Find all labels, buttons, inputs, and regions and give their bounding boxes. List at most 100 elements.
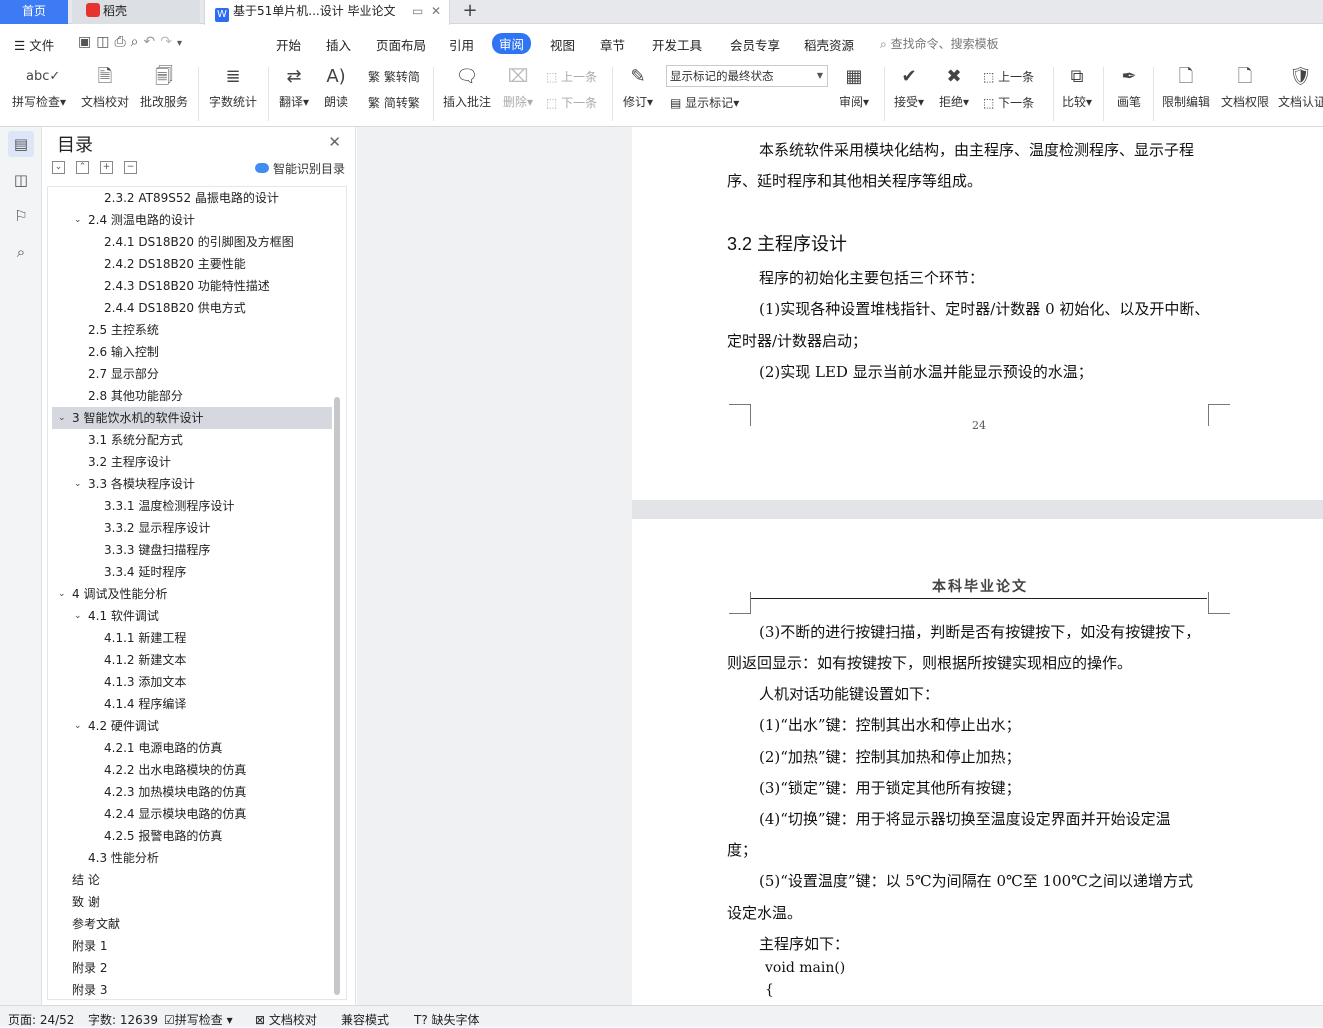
read-aloud-button[interactable]: A) 朗读 — [320, 63, 352, 110]
smart-toc-button[interactable]: 智能识别目录 — [254, 160, 345, 177]
add-heading-icon[interactable]: + — [100, 161, 113, 174]
doc-permission-button[interactable]: 🗋 文档权限 — [1219, 63, 1271, 110]
toc-item[interactable]: 3.2 主程序设计 — [52, 451, 332, 473]
toc-item[interactable]: 附录 3 — [52, 979, 332, 999]
insert-comment-button[interactable]: 🗨 插入批注 — [442, 63, 492, 110]
menu-daoke-resources[interactable]: 稻壳资源 — [804, 35, 854, 54]
toc-scrollbar[interactable] — [334, 397, 340, 995]
word-count-indicator[interactable]: 字数: 12639 — [88, 1011, 158, 1028]
expand-icon[interactable]: ⌃ — [76, 161, 89, 174]
toc-item[interactable]: 4.2.5 报警电路的仿真 — [52, 825, 332, 847]
export-pdf-icon[interactable]: ◫ — [96, 34, 114, 50]
translate-button[interactable]: ⇄ 翻译▾ — [276, 63, 312, 110]
reject-button[interactable]: ✖ 拒绝▾ — [936, 63, 972, 110]
toc-item[interactable]: 3.1 系统分配方式 — [52, 429, 332, 451]
spell-check-button[interactable]: abc✓ 拼写检查▾ — [10, 63, 68, 110]
remove-heading-icon[interactable]: − — [124, 161, 137, 174]
customize-icon[interactable]: ▾ — [177, 38, 187, 49]
status-proof[interactable]: ⊠ 文档校对 — [255, 1011, 317, 1028]
undo-icon[interactable]: ↶ — [144, 34, 161, 50]
toc-item[interactable]: ⌄ 3.3 各模块程序设计 — [52, 473, 332, 495]
trad-to-simp-button[interactable]: 繁 繁转简 — [368, 68, 420, 85]
new-tab-button[interactable]: + — [456, 0, 484, 24]
status-spell-check[interactable]: ☑拼写检查 ▾ — [164, 1011, 233, 1028]
tab-home[interactable]: 首页 — [0, 0, 68, 24]
review-pane-button[interactable]: ▦ 审阅▾ — [836, 63, 872, 110]
word-count-button[interactable]: ≣ 字数统计 — [208, 63, 258, 110]
tab-document[interactable]: W 基于51单片机...设计 毕业论文 ▭ ✕ — [204, 0, 450, 25]
menu-view[interactable]: 视图 — [550, 35, 575, 54]
print-icon[interactable]: ⎙ — [114, 34, 130, 50]
menu-section[interactable]: 章节 — [600, 35, 625, 54]
file-menu[interactable]: ☰ 文件 — [14, 35, 54, 54]
chevron-down-icon[interactable]: ⌄ — [74, 209, 82, 231]
chapter-nav-icon[interactable]: ◫ — [8, 167, 34, 193]
toc-item[interactable]: 4.2.3 加热模块电路的仿真 — [52, 781, 332, 803]
next-comment-button[interactable]: ⬚ 下一条 — [546, 94, 597, 111]
toc-item[interactable]: 4.2.4 显示模块电路的仿真 — [52, 803, 332, 825]
simp-to-trad-button[interactable]: 繁 简转繁 — [368, 94, 420, 111]
show-markup-button[interactable]: ▤ 显示标记▾ — [670, 94, 739, 111]
close-icon[interactable]: ✕ — [328, 133, 341, 151]
chevron-down-icon[interactable]: ⌄ — [58, 583, 66, 605]
close-tab-icon[interactable]: ✕ — [431, 4, 441, 18]
toc-item[interactable]: 2.4.2 DS18B20 主要性能 — [52, 253, 332, 275]
command-search[interactable]: ⌕ 查找命令、搜索模板 — [880, 35, 999, 52]
menu-page-layout[interactable]: 页面布局 — [376, 35, 426, 54]
menu-references[interactable]: 引用 — [449, 35, 474, 54]
toc-item[interactable]: 3.3.3 键盘扫描程序 — [52, 539, 332, 561]
menu-review[interactable]: 审阅 — [492, 33, 532, 54]
menu-start[interactable]: 开始 — [276, 35, 301, 54]
prev-change-button[interactable]: ⬚ 上一条 — [983, 68, 1034, 85]
toc-item[interactable]: 4.1.2 新建文本 — [52, 649, 332, 671]
toc-item[interactable]: 4.3 性能分析 — [52, 847, 332, 869]
next-change-button[interactable]: ⬚ 下一条 — [983, 94, 1034, 111]
pen-button[interactable]: ✒ 画笔 — [1111, 63, 1147, 110]
missing-font[interactable]: T? 缺失字体 — [414, 1011, 480, 1028]
toc-item[interactable]: 3.3.1 温度检测程序设计 — [52, 495, 332, 517]
toc-item[interactable]: 2.5 主控系统 — [52, 319, 332, 341]
restrict-edit-button[interactable]: 🗋 限制编辑 — [1160, 63, 1212, 110]
print-preview-icon[interactable]: ⌕ — [131, 34, 144, 50]
collapse-all-icon[interactable]: ⌄ — [52, 161, 65, 174]
bookmark-icon[interactable]: ⚐ — [8, 203, 34, 229]
tab-daoke[interactable]: 稻壳 — [72, 0, 200, 24]
chevron-down-icon[interactable]: ⌄ — [58, 407, 66, 429]
compare-button[interactable]: ⧉ 比较▾ — [1059, 63, 1095, 110]
toc-item[interactable]: 参考文献 — [52, 913, 332, 935]
toc-item[interactable]: 4.1.1 新建工程 — [52, 627, 332, 649]
menu-developer[interactable]: 开发工具 — [652, 35, 702, 54]
toc-item[interactable]: ⌄ 4.2 硬件调试 — [52, 715, 332, 737]
toc-item[interactable]: 2.8 其他功能部分 — [52, 385, 332, 407]
toc-item[interactable]: ⌄ 2.4 测温电路的设计 — [52, 209, 332, 231]
markup-display-select[interactable]: 显示标记的最终状态 ▼ — [666, 65, 828, 87]
chevron-down-icon[interactable]: ⌄ — [74, 605, 82, 627]
toc-item[interactable]: 4.1.4 程序编译 — [52, 693, 332, 715]
track-changes-button[interactable]: ✎ 修订▾ — [620, 63, 656, 110]
toc-nav-icon[interactable]: ▤ — [8, 131, 34, 157]
toc-item[interactable]: 4.1.3 添加文本 — [52, 671, 332, 693]
menu-insert[interactable]: 插入 — [326, 35, 351, 54]
toc-item[interactable]: ⌄ 4 调试及性能分析 — [52, 583, 332, 605]
toc-item[interactable]: 附录 2 — [52, 957, 332, 979]
search-icon[interactable]: ⌕ — [8, 239, 34, 265]
doc-proof-button[interactable]: 🗎 文档校对 — [80, 63, 130, 110]
monitor-icon[interactable]: ▭ — [412, 4, 423, 18]
toc-item[interactable]: ⌄ 4.1 软件调试 — [52, 605, 332, 627]
menu-member[interactable]: 会员专享 — [730, 35, 780, 54]
toc-item[interactable]: 2.6 输入控制 — [52, 341, 332, 363]
toc-item[interactable]: 4.2.2 出水电路模块的仿真 — [52, 759, 332, 781]
toc-item[interactable]: 2.3.2 AT89S52 晶振电路的设计 — [52, 187, 332, 209]
toc-item[interactable]: 2.7 显示部分 — [52, 363, 332, 385]
toc-item[interactable]: 2.4.3 DS18B20 功能特性描述 — [52, 275, 332, 297]
toc-item[interactable]: 附录 1 — [52, 935, 332, 957]
batch-service-button[interactable]: 🗐 批改服务 — [139, 63, 189, 110]
toc-item[interactable]: 4.2.1 电源电路的仿真 — [52, 737, 332, 759]
toc-item[interactable]: 3.3.4 延时程序 — [52, 561, 332, 583]
document-page[interactable]: 本系统软件采用模块化结构，由主程序、温度检测程序、显示子程 序、延时程序和其他相… — [632, 127, 1323, 1005]
toc-item[interactable]: 2.4.1 DS18B20 的引脚图及方框图 — [52, 231, 332, 253]
doc-certify-button[interactable]: 🛡 文档认证 — [1278, 63, 1323, 110]
redo-icon[interactable]: ↷ — [160, 34, 177, 50]
accept-button[interactable]: ✔ 接受▾ — [891, 63, 927, 110]
toc-item[interactable]: ⌄ 3 智能饮水机的软件设计 — [52, 407, 332, 429]
